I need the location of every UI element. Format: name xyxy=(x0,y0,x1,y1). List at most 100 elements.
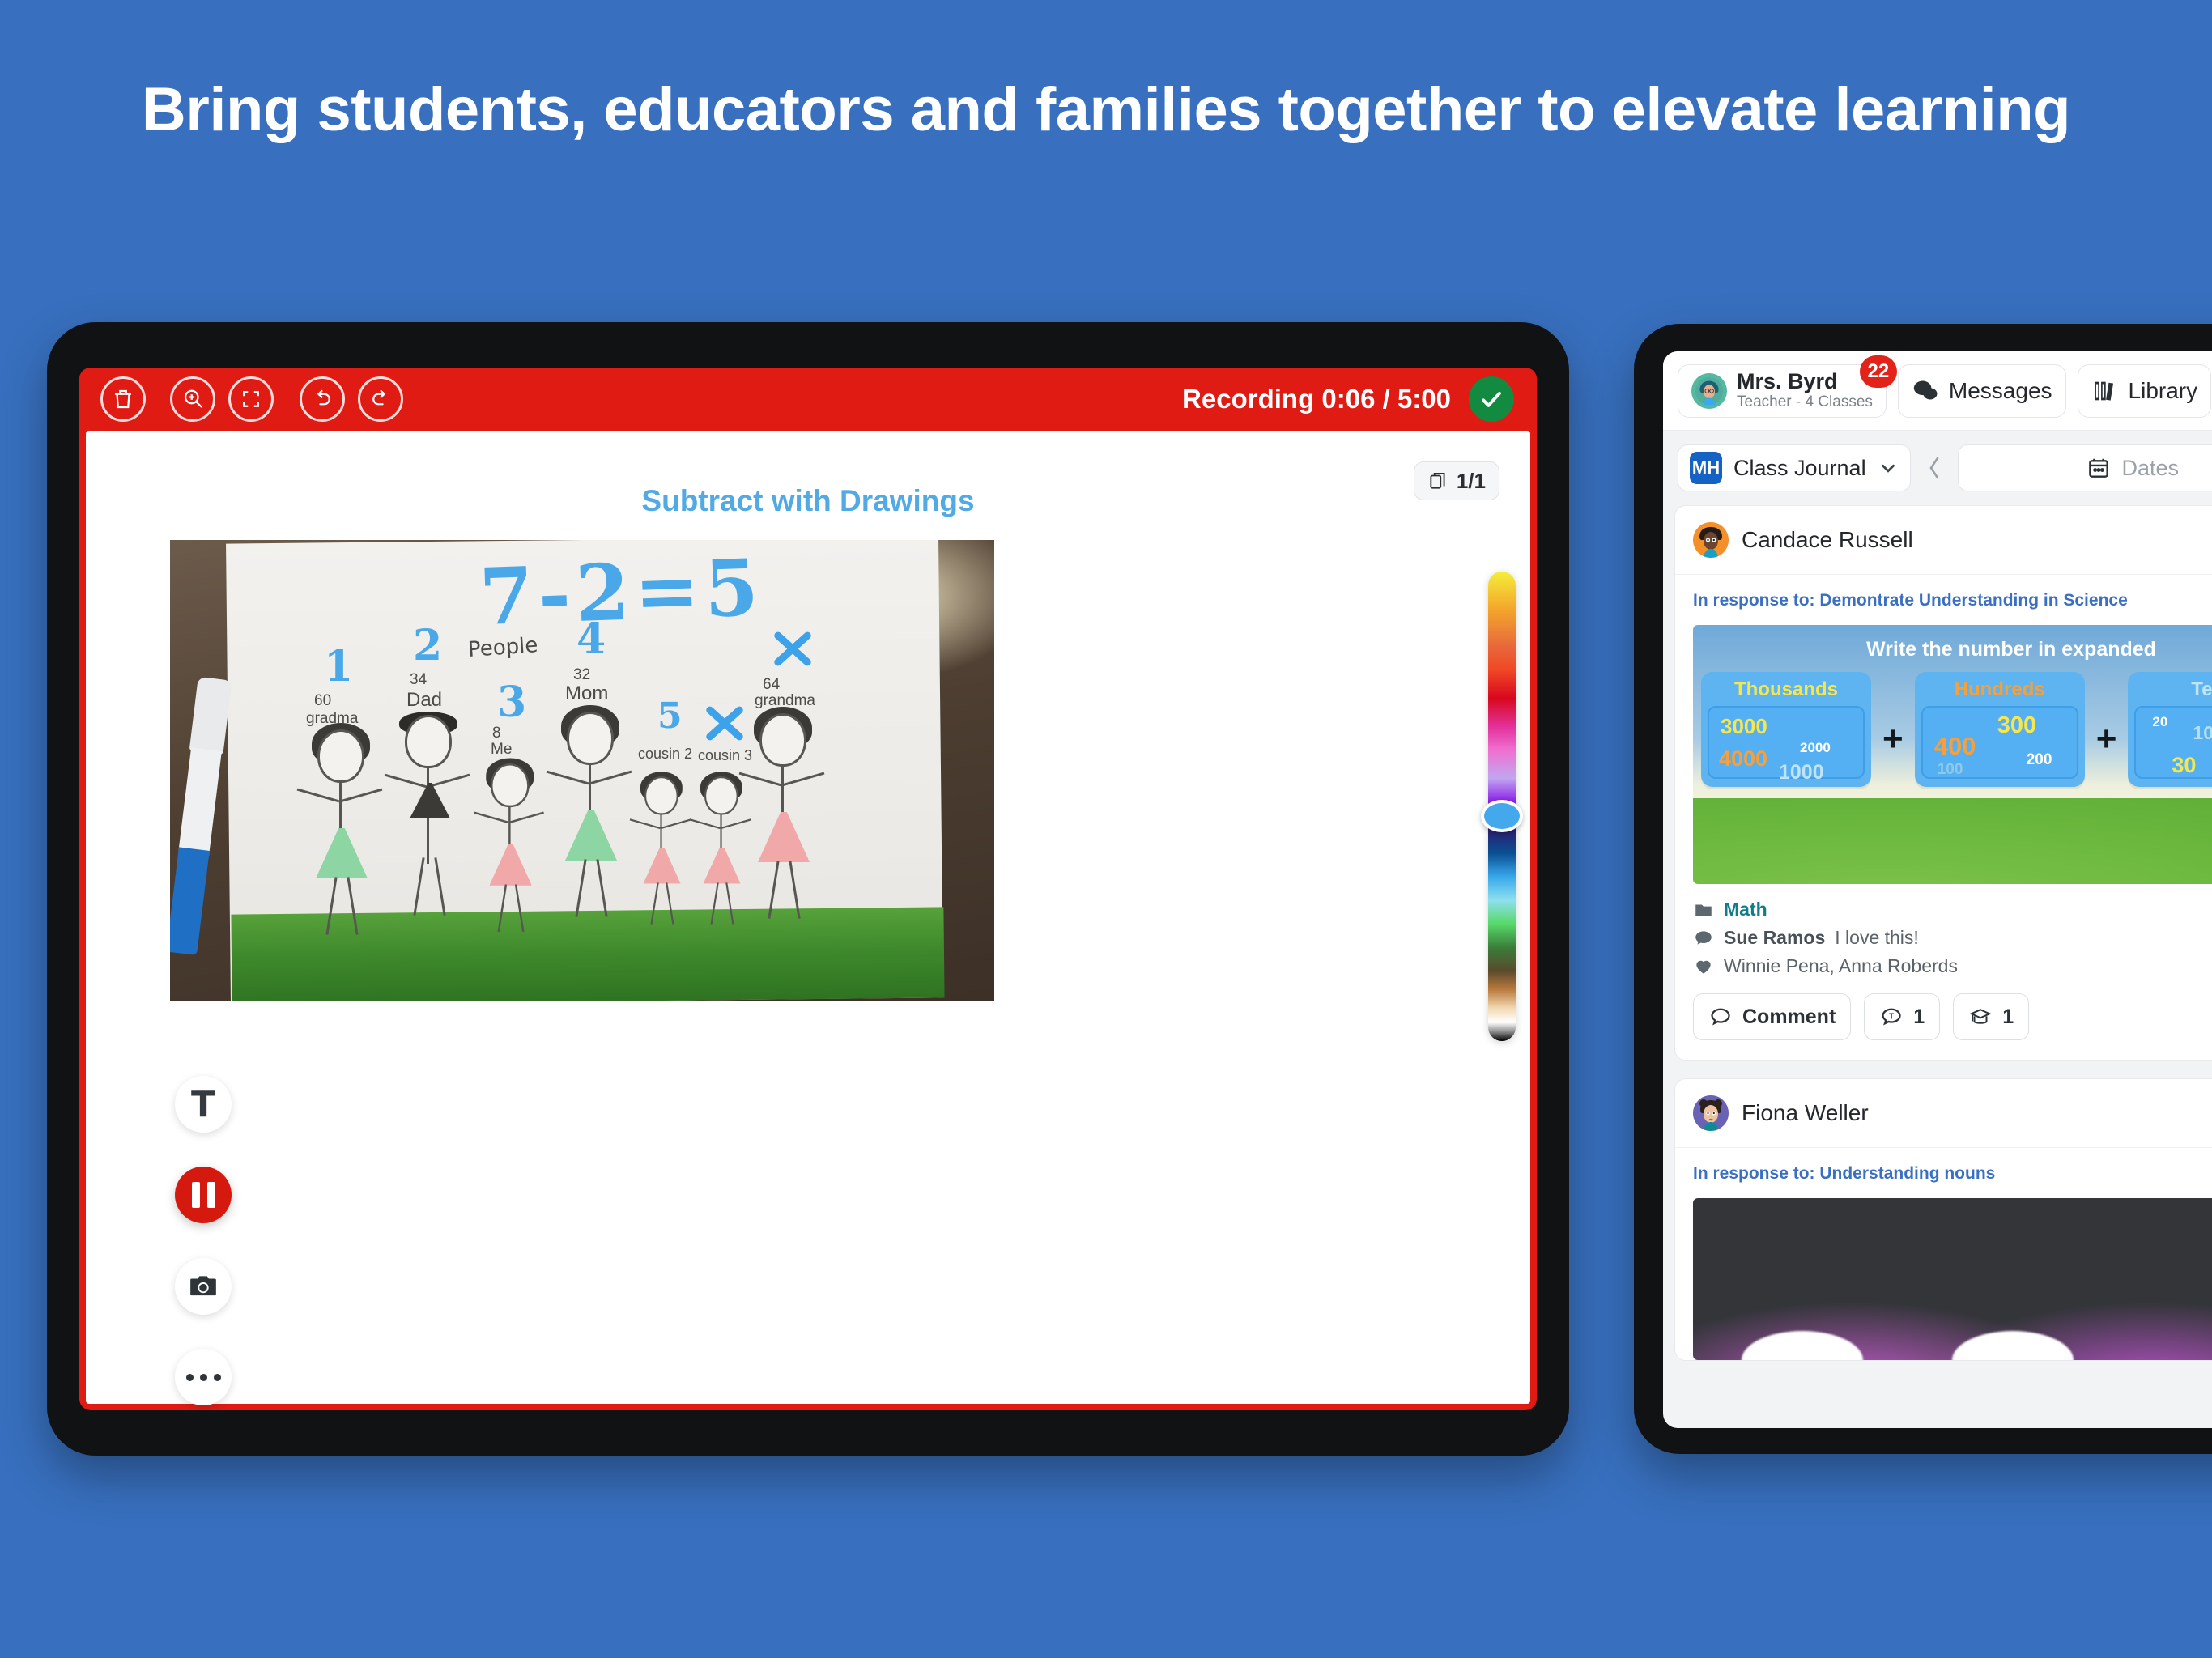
figure-age-1: 60 xyxy=(314,692,332,709)
fit-to-screen-icon[interactable] xyxy=(228,376,274,422)
video-thumbnail[interactable] xyxy=(1693,1198,2212,1360)
color-picker-slider[interactable] xyxy=(1481,572,1523,1041)
teacher-profile-button[interactable]: Mrs. Byrd Teacher - 4 Classes 22 xyxy=(1678,355,1897,418)
post-header: Candace Russell xyxy=(1675,506,2212,575)
phone-screen: Mrs. Byrd Teacher - 4 Classes 22 Message… xyxy=(1663,351,2212,1428)
subject-tag: Math xyxy=(1724,899,1767,920)
option-value[interactable]: 10 xyxy=(2193,722,2212,744)
crossed-out-mark-2 xyxy=(769,624,823,678)
messages-button[interactable]: Messages xyxy=(1897,363,2066,418)
option-value[interactable]: 300 xyxy=(1997,712,2036,739)
messages-label: Messages xyxy=(1948,377,2052,403)
redo-icon[interactable] xyxy=(358,376,403,422)
avatar xyxy=(1693,1095,1729,1131)
comment-button-label: Comment xyxy=(1742,1005,1836,1028)
list-item[interactable]: Candace Russell In response to: Demontra… xyxy=(1674,505,2212,1061)
place-value-head: Thousands xyxy=(1733,678,1838,700)
camera-icon xyxy=(190,1276,216,1296)
activity-title: Write the number in expanded xyxy=(1866,638,2156,661)
more-options-button[interactable] xyxy=(175,1349,232,1405)
blue-digit-1: 1 xyxy=(324,642,354,691)
student-name: Fiona Weller xyxy=(1742,1100,1869,1125)
plus-separator: + xyxy=(2095,719,2117,759)
student-work-photo[interactable]: 7-2=5 People 1 60 gradma 2 34 Dad 3 8 Me… xyxy=(170,540,994,1001)
dates-picker[interactable]: Dates xyxy=(1957,444,2212,491)
drawn-grass xyxy=(231,907,945,1001)
tablet-device-left: Recording 0:06 / 5:00 1/1 Subtract with … xyxy=(47,322,1569,1456)
activity-thumbnail[interactable]: Write the number in expanded 3,412 Thous… xyxy=(1693,625,2212,884)
place-value-box-tens[interactable]: Tens 20 10 40 30 xyxy=(2128,672,2212,787)
blue-digit-4: 4 xyxy=(576,614,606,664)
dates-label: Dates xyxy=(2121,455,2180,480)
place-value-head: Hundreds xyxy=(1954,678,2045,700)
chat-bubbles-icon xyxy=(1913,380,1938,399)
notification-badge: 22 xyxy=(1859,355,1897,388)
pause-recording-button[interactable] xyxy=(175,1167,232,1223)
class-journal-selector[interactable]: MH Class Journal xyxy=(1678,444,1911,491)
text-comment-icon: T xyxy=(1882,1008,1901,1026)
color-slider-handle[interactable] xyxy=(1481,800,1523,832)
zoom-in-icon[interactable] xyxy=(170,376,215,422)
prev-date-button[interactable] xyxy=(1921,447,1948,489)
figure-label-6: cousin 3 xyxy=(698,747,753,763)
option-value[interactable]: 20 xyxy=(2152,714,2167,730)
avatar xyxy=(1693,522,1729,558)
place-value-options: 3000 4000 2000 1000 xyxy=(1708,706,1865,784)
class-badge: MH xyxy=(1690,452,1722,484)
tablet-screen: Recording 0:06 / 5:00 1/1 Subtract with … xyxy=(79,368,1537,1410)
post-actions: Comment T 1 1 xyxy=(1675,977,2212,1060)
crossed-out-mark-1 xyxy=(701,699,748,746)
figure-label-2: Dad xyxy=(406,689,443,711)
undo-icon[interactable] xyxy=(300,376,345,422)
chevron-down-icon xyxy=(1881,464,1895,473)
figure-age-7: 64 xyxy=(763,676,781,693)
tablet-device-right: Mrs. Byrd Teacher - 4 Classes 22 Message… xyxy=(1634,324,2212,1454)
blue-digit-3: 3 xyxy=(497,678,527,727)
skill-count-button[interactable]: 1 xyxy=(1953,993,2030,1040)
list-item[interactable]: Fiona Weller In response to: Understandi… xyxy=(1674,1078,2212,1361)
chevron-left-icon xyxy=(1929,457,1938,479)
svg-text:T: T xyxy=(1889,1013,1894,1022)
plus-separator: + xyxy=(1882,719,1904,759)
heart-icon xyxy=(1696,960,1711,974)
option-value[interactable]: 2000 xyxy=(1800,740,1831,756)
option-value[interactable]: 400 xyxy=(1934,732,1976,761)
student-name: Candace Russell xyxy=(1742,527,1913,552)
text-comment-count-button[interactable]: T 1 xyxy=(1864,993,1941,1040)
journal-feed[interactable]: Candace Russell In response to: Demontra… xyxy=(1663,505,2212,1428)
teacher-avatar xyxy=(1691,372,1727,409)
text-tool-label: T xyxy=(190,1083,215,1125)
pause-icon xyxy=(191,1182,215,1208)
comment-author: Sue Ramos xyxy=(1724,927,1826,948)
graduation-cap-icon xyxy=(1969,1009,1992,1024)
text-comment-count: 1 xyxy=(1913,1005,1925,1028)
trash-icon[interactable] xyxy=(100,376,146,422)
skill-count: 1 xyxy=(2002,1005,2014,1028)
place-value-row: Thousands 3000 4000 2000 1000 + Hundreds xyxy=(1701,672,2212,787)
check-icon[interactable] xyxy=(1469,376,1514,422)
response-reference: In response to: Demontrate Understanding… xyxy=(1693,591,2128,610)
comment-preview-row: Sue Ramos I love this! xyxy=(1675,920,2212,949)
option-value[interactable]: 3000 xyxy=(1721,714,1767,739)
books-icon xyxy=(2094,381,2113,401)
library-button[interactable]: Library xyxy=(2077,363,2212,418)
place-value-options: 300 400 200 100 xyxy=(1921,706,2078,779)
option-value[interactable]: 4000 xyxy=(1719,746,1767,772)
camera-button[interactable] xyxy=(175,1258,232,1315)
figure-label-3: Me xyxy=(491,741,513,758)
figure-label-4: Mom xyxy=(565,682,609,704)
option-value[interactable]: 200 xyxy=(2027,751,2052,769)
place-value-box-thousands[interactable]: Thousands 3000 4000 2000 1000 xyxy=(1701,672,1871,787)
calendar-icon xyxy=(2088,458,2108,478)
text-tool-button[interactable]: T xyxy=(175,1076,232,1133)
comment-button[interactable]: Comment xyxy=(1693,993,1852,1040)
teacher-name: Mrs. Byrd xyxy=(1737,368,1838,393)
option-value[interactable]: 1000 xyxy=(1779,761,1824,784)
handwritten-equation: 7-2=5 xyxy=(478,541,765,644)
option-value[interactable]: 100 xyxy=(1938,761,1963,779)
drawing-canvas[interactable]: 1/1 Subtract with Drawings 7-2=5 People … xyxy=(86,431,1530,1404)
subject-tag-row[interactable]: Math xyxy=(1675,887,2212,920)
library-label: Library xyxy=(2128,377,2198,403)
place-value-box-hundreds[interactable]: Hundreds 300 400 200 100 xyxy=(1914,672,2085,787)
option-value[interactable]: 30 xyxy=(2172,753,2196,778)
